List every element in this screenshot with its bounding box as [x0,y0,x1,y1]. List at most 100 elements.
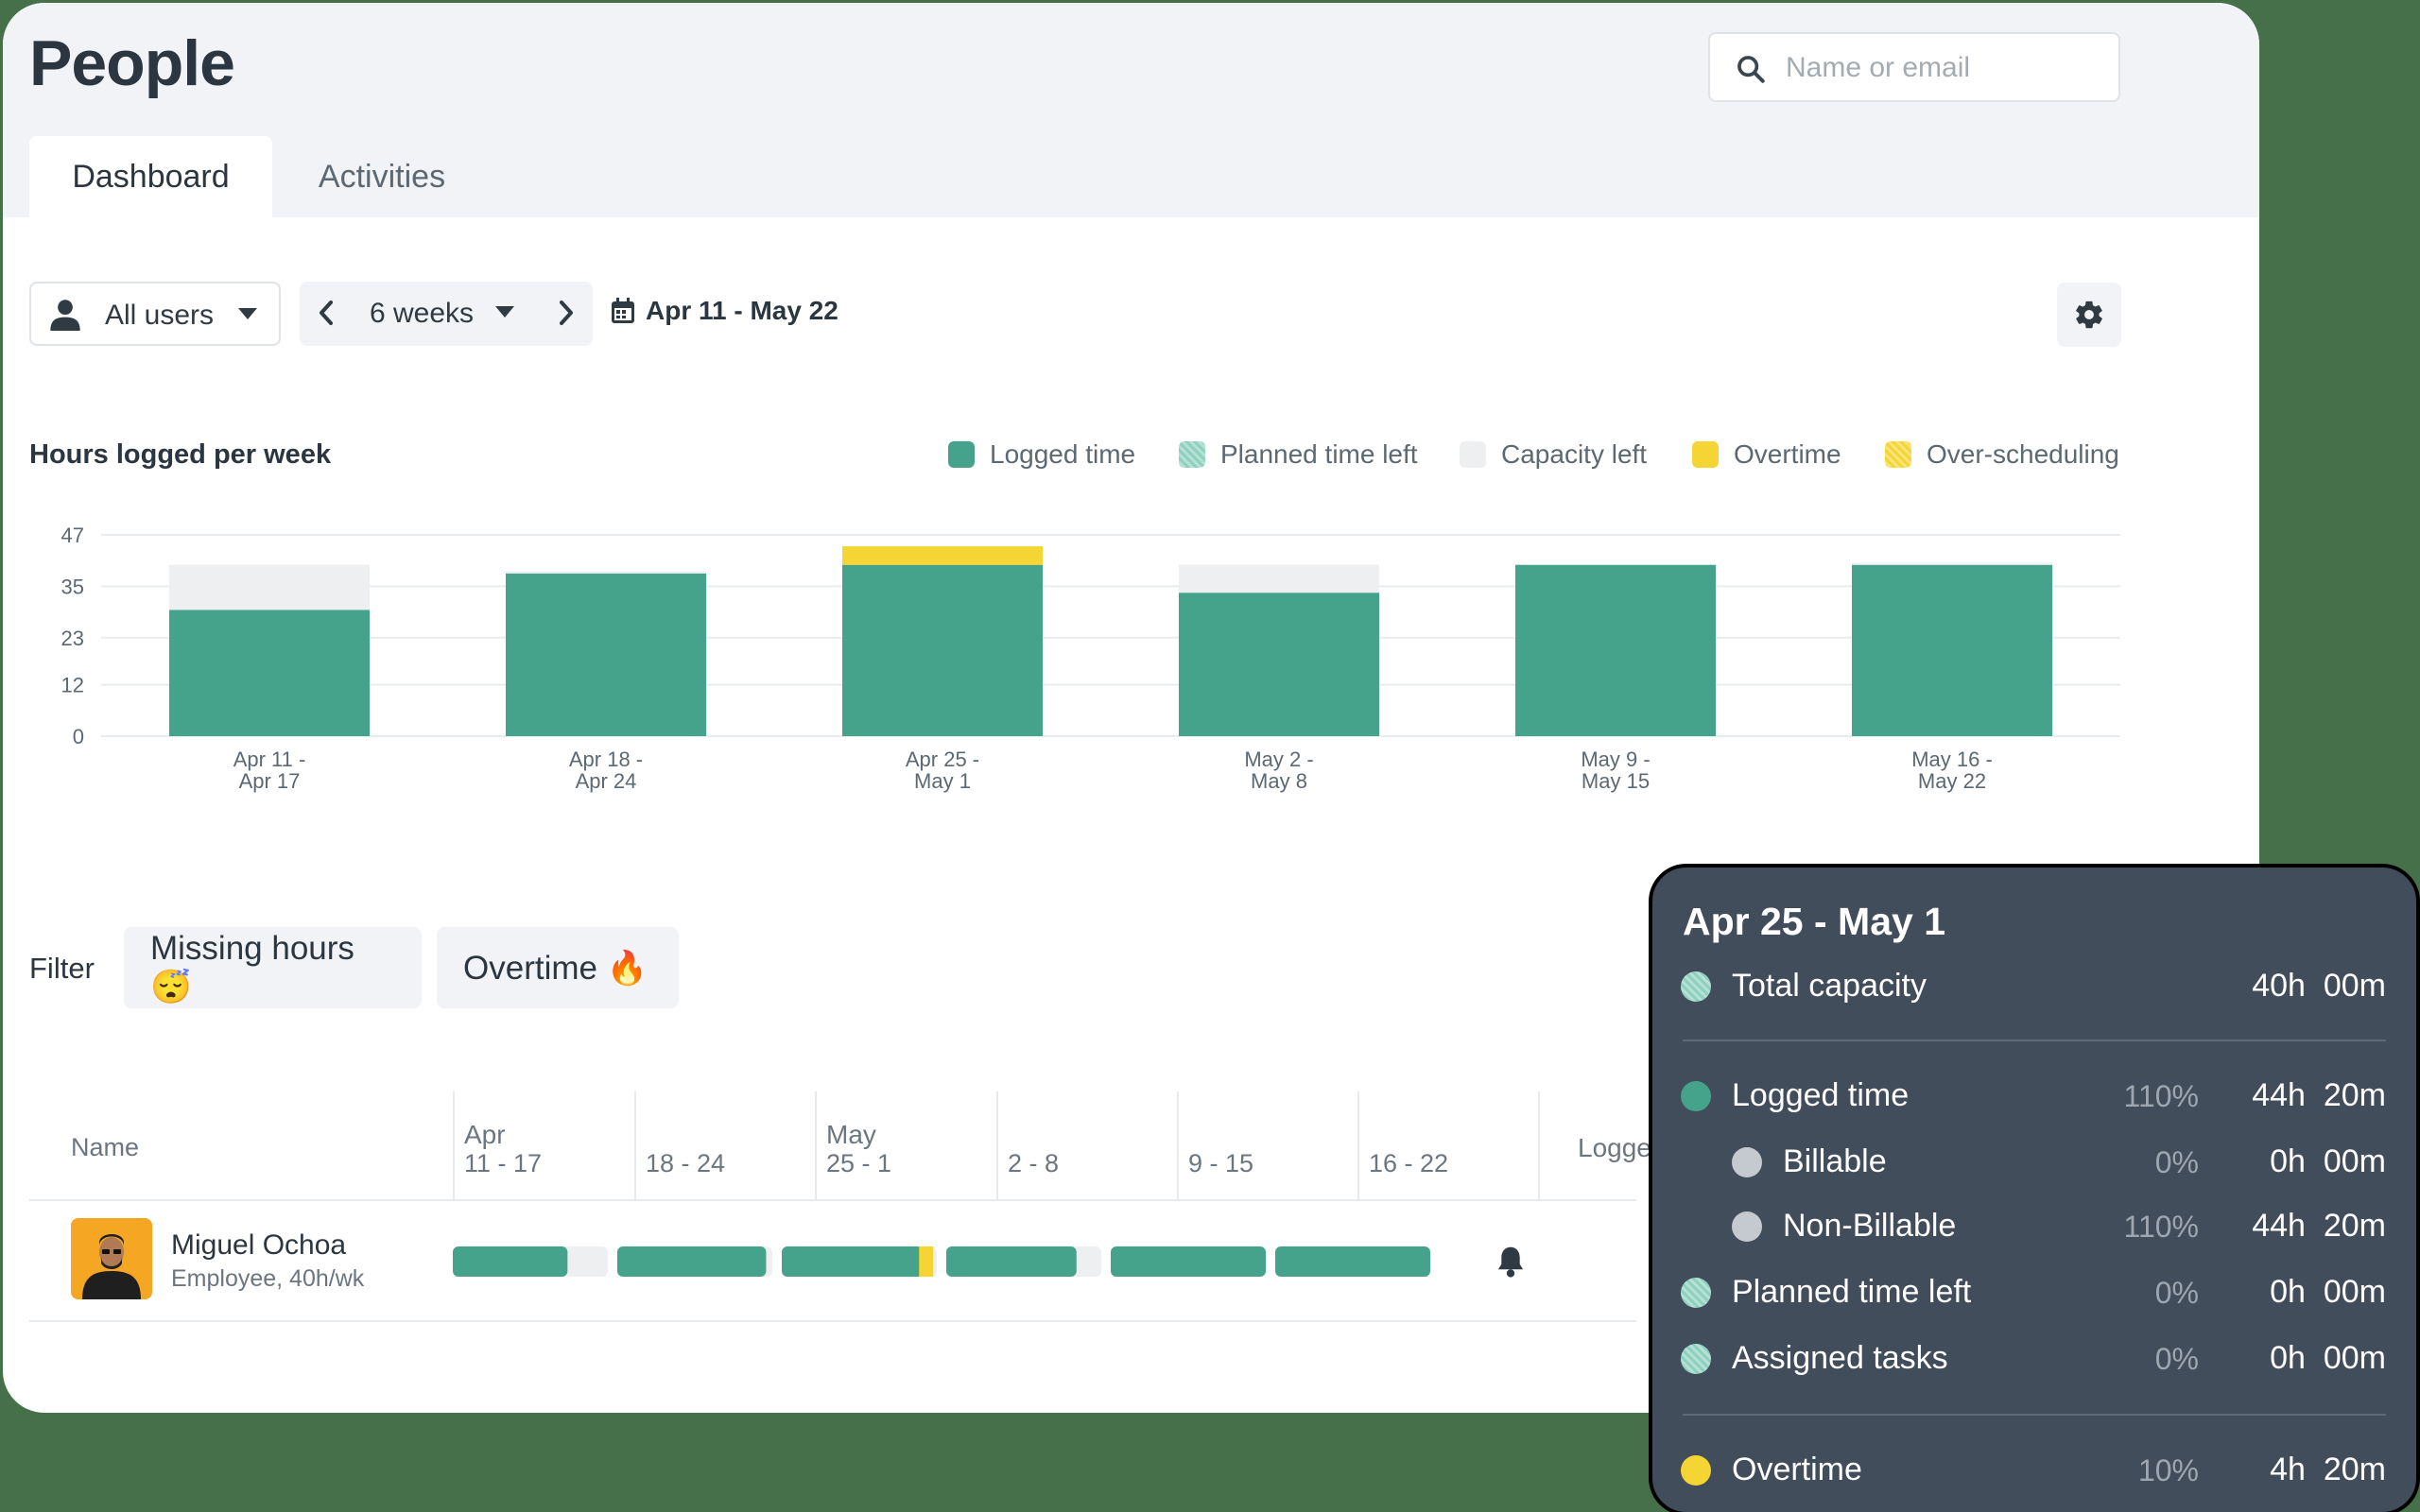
tooltip-dot-icon [1732,1147,1762,1177]
week-logged-bar[interactable] [617,1246,767,1277]
bar-capacity-left[interactable] [169,564,370,610]
bar-logged[interactable] [1515,564,1716,736]
week-detail-tooltip: Apr 25 - May 1 Total capacity 40h 00m Logg… [1649,864,2420,1512]
tooltip-row-hours: 44h 20m [2252,1077,2386,1113]
x-tick-label: Apr 24 [576,769,637,793]
legend-overscheduling: Over-scheduling [1885,438,2119,472]
tab-activities[interactable]: Activities [283,136,481,217]
x-tick-label: May 8 [1251,769,1307,793]
filter-chip-missing-hours[interactable]: Missing hours 😴 [124,927,422,1008]
bar-overtime[interactable] [842,546,1043,565]
table-divider [29,1320,1636,1322]
week-logged-bar[interactable] [782,1246,924,1277]
chevron-left-icon[interactable] [313,297,341,329]
date-range-label: Apr 11 - May 22 [646,296,838,325]
x-tick-label: May 1 [914,769,971,793]
column-header-week: 18 - 24 [646,1121,725,1177]
column-separator [1357,1091,1359,1201]
column-separator [634,1091,636,1201]
column-header-logged: Logge [1578,1133,1651,1162]
bar-logged[interactable] [1852,564,2052,736]
tooltip-dot-icon [1732,1211,1762,1242]
x-tick-label: May 16 - [1911,747,1993,771]
legend-swatch-overscheduling [1885,441,1911,468]
user-icon [50,300,80,331]
weekly-progress-bars [453,1246,1430,1277]
x-tick-label: May 9 - [1581,747,1650,771]
y-tick-label: 47 [61,524,84,547]
weeks-dropdown-label[interactable]: 6 weeks [370,298,474,330]
tooltip-row-label: Total capacity [1732,968,1927,1004]
tooltip-divider [1683,1414,2386,1416]
tooltip-dot-icon [1681,1455,1711,1486]
legend-label: Logged time [990,439,1136,469]
search-input[interactable] [1786,47,2098,89]
date-range[interactable]: Apr 11 - May 22 [610,296,838,326]
chevron-right-icon[interactable] [551,297,579,329]
y-tick-label: 0 [73,725,84,748]
legend-swatch-overtime [1692,441,1719,468]
x-tick-label: Apr 11 - [233,747,306,771]
search-box[interactable] [1708,32,2120,102]
chevron-down-icon[interactable] [494,304,515,319]
bar-logged[interactable] [1179,593,1379,736]
tooltip-row-percent: 0% [2154,1276,2199,1310]
bar-capacity-left[interactable] [506,571,706,574]
bell-icon[interactable] [1495,1245,1527,1279]
tooltip-row: Overtime 10% 4h 20m [1652,1448,2416,1495]
legend-planned: Planned time left [1179,438,1418,472]
week-logged-bar[interactable] [1111,1246,1266,1277]
column-separator [1538,1091,1540,1201]
bar-logged[interactable] [506,573,706,736]
column-separator [453,1091,455,1201]
users-dropdown[interactable]: All users [29,282,281,346]
week-header-month [1008,1121,1059,1149]
week-header-month [1369,1121,1448,1149]
tooltip-row-label: Logged time [1732,1077,1910,1113]
tooltip-row: Assigned tasks 0% 0h 00m [1652,1336,2416,1383]
legend-overtime: Overtime [1692,438,1841,472]
tab-dashboard[interactable]: Dashboard [29,136,272,217]
filter-chip-overtime[interactable]: Overtime 🔥 [437,927,679,1008]
bar-logged[interactable] [842,564,1043,736]
gear-icon [2076,301,2102,329]
bar-logged[interactable] [169,610,370,736]
chevron-down-icon [238,308,257,319]
column-header-name: Name [71,1133,140,1161]
bar-capacity-left[interactable] [1852,562,2052,565]
legend-label: Planned time left [1220,439,1418,469]
bar-capacity-left[interactable] [1179,564,1379,593]
legend-swatch-logged [948,441,975,468]
tooltip-divider [1683,1040,2386,1041]
tooltip-title: Apr 25 - May 1 [1683,900,1945,943]
column-header-week: May 25 - 1 [826,1121,892,1178]
column-header-week: 2 - 8 [1008,1121,1059,1177]
tooltip-row: Total capacity 40h 00m [1652,964,2416,1011]
legend-label: Over-scheduling [1927,439,2119,469]
x-tick-label: May 22 [1918,769,1986,793]
week-header-range: 25 - 1 [826,1149,892,1177]
person-name[interactable]: Miguel Ochoa [171,1229,346,1262]
week-header-month: Apr [464,1120,506,1149]
week-header-range: 2 - 8 [1008,1149,1060,1177]
week-logged-bar[interactable] [453,1246,568,1277]
legend-swatch-planned [1179,441,1205,468]
week-logged-bar[interactable] [946,1246,1077,1277]
column-header-week: 16 - 22 [1369,1121,1448,1177]
tooltip-row: Non-Billable 110% 44h 20m [1652,1204,2416,1251]
settings-button[interactable] [2057,283,2121,347]
week-logged-bar[interactable] [1275,1246,1430,1277]
tooltip-row-hours: 0h 00m [2270,1274,2386,1310]
search-icon [1737,56,1765,83]
tooltip-dot-icon [1681,971,1711,1002]
tooltip-row: Planned time left 0% 0h 00m [1652,1270,2416,1317]
tooltip-row-percent: 110% [2123,1079,2199,1113]
y-tick-label: 12 [61,674,84,697]
tooltip-row-hours: 0h 00m [2270,1143,2386,1179]
week-header-range: 9 - 15 [1188,1149,1254,1177]
calendar-icon [612,298,634,323]
week-overtime-bar [919,1246,933,1277]
chart-title: Hours logged per week [29,439,332,470]
legend-label: Overtime [1734,439,1841,469]
tooltip-row-label: Overtime [1732,1452,1862,1487]
